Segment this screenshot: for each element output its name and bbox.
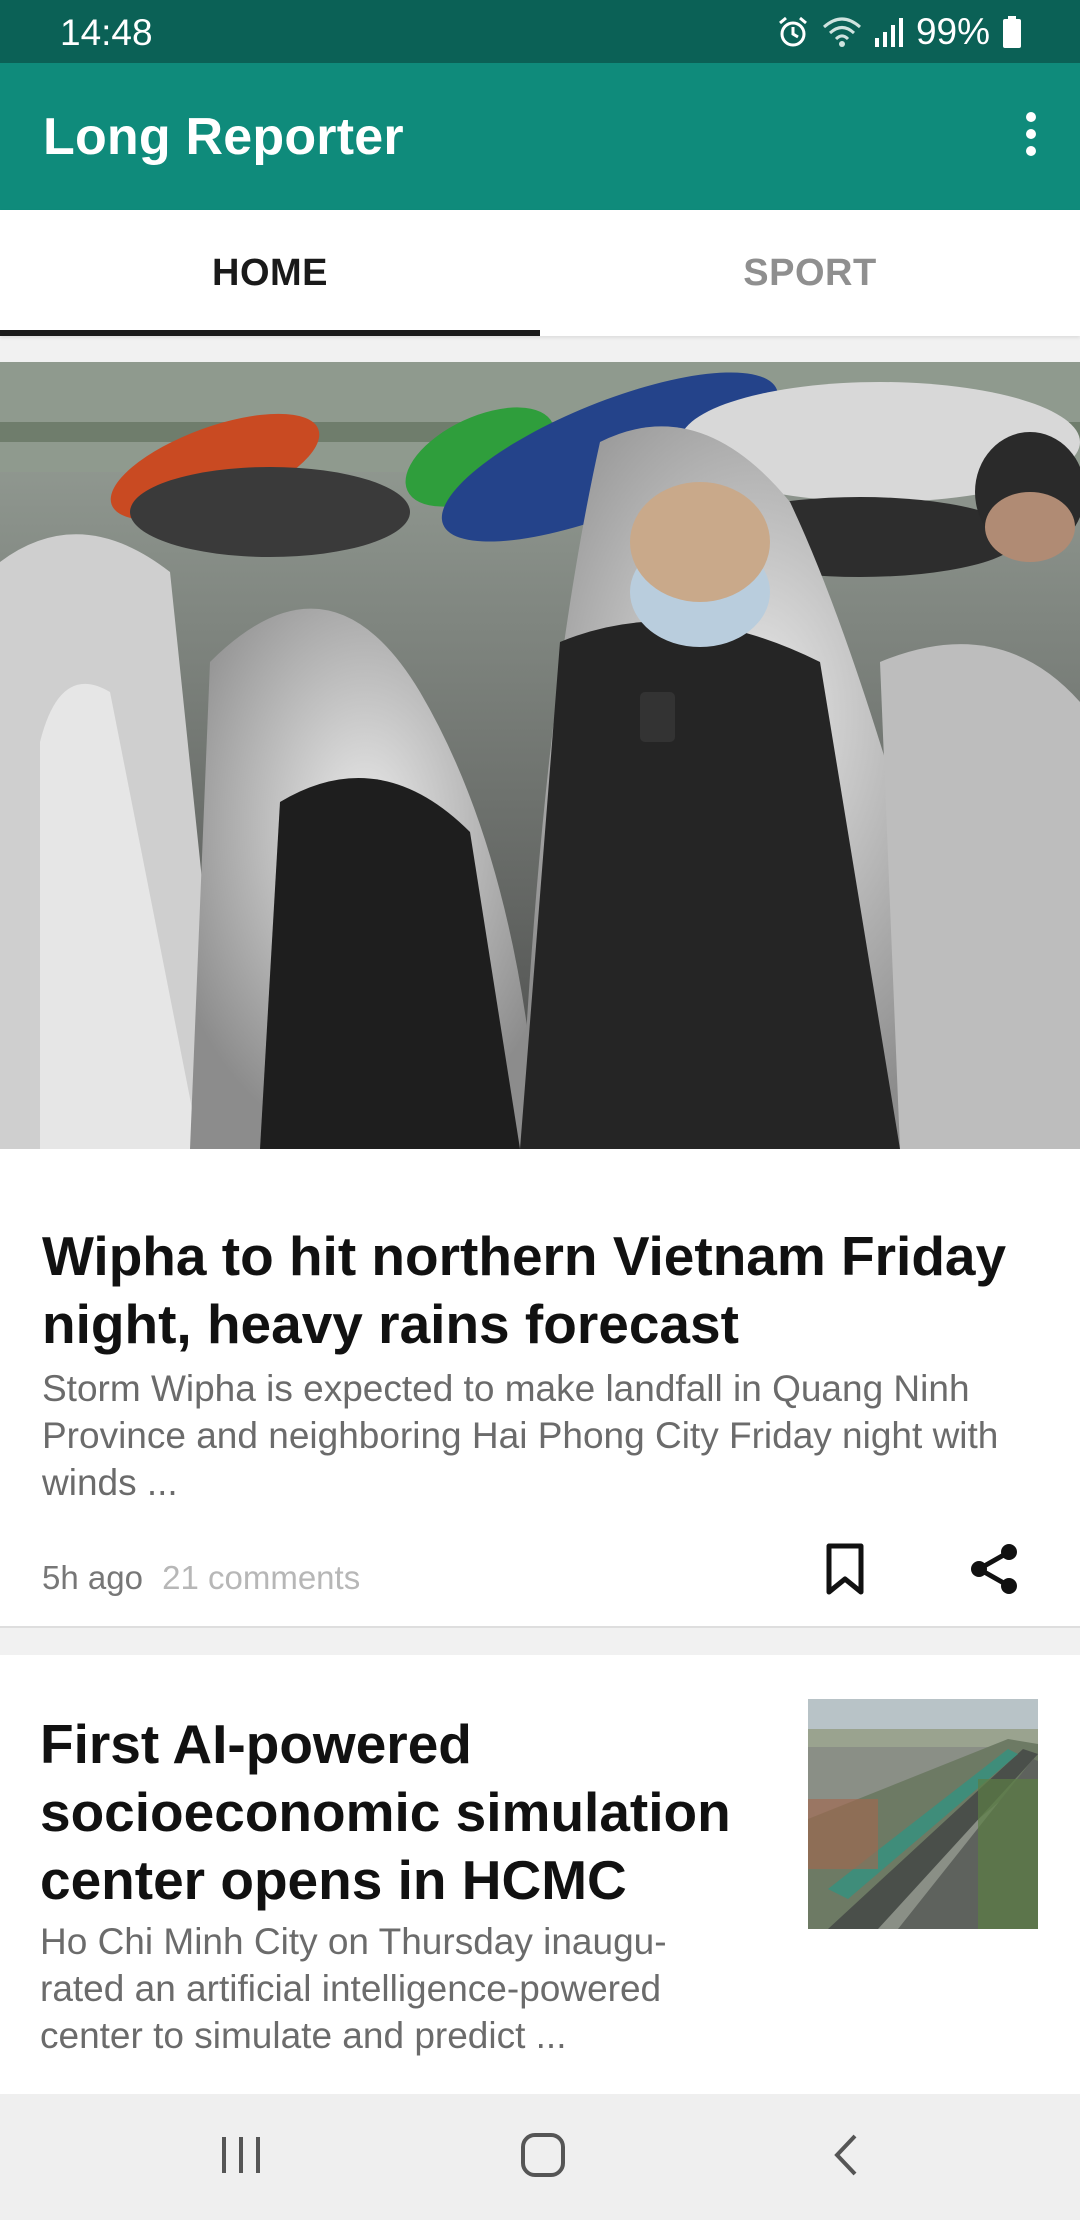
app-title: Long Reporter: [43, 108, 404, 166]
home-button[interactable]: [493, 2122, 593, 2192]
tab-home[interactable]: HOME: [0, 210, 540, 336]
app-bar: Long Reporter: [0, 63, 1080, 210]
article-summary: Storm Wipha is expected to make landfall…: [42, 1368, 999, 1503]
share-icon: [968, 1542, 1020, 1601]
tab-bar: HOME SPORT: [0, 210, 1080, 336]
recents-icon: [219, 2135, 263, 2180]
status-icons: 99%: [776, 10, 1022, 54]
back-icon: [831, 2132, 861, 2183]
home-icon: [520, 2132, 566, 2183]
article-card[interactable]: First AI-powered socioeconomic simulatio…: [0, 1655, 1080, 2095]
article-card-featured[interactable]: Wipha to hit northern Vietnam Friday nig…: [0, 362, 1080, 1628]
back-button[interactable]: [796, 2122, 896, 2192]
article-summary: Ho Chi Minh City on Thursday inaugu-rate…: [40, 1921, 667, 2056]
article-hero-image[interactable]: [0, 362, 1080, 1149]
share-button[interactable]: [963, 1538, 1025, 1604]
status-time: 14:48: [60, 12, 153, 53]
system-nav-bar: [0, 2094, 1080, 2220]
battery-percent: 99%: [915, 11, 990, 52]
more-vert-icon: [1025, 111, 1037, 162]
tab-sport[interactable]: SPORT: [540, 210, 1080, 336]
article-thumbnail[interactable]: [808, 1699, 1038, 1929]
article-age: 5h ago: [42, 1559, 143, 1596]
recents-button[interactable]: [191, 2122, 291, 2192]
signal-icon: [874, 16, 904, 48]
status-bar: 14:48 99%: [0, 0, 1080, 63]
battery-icon: [1002, 15, 1022, 49]
article-title[interactable]: Wipha to hit northern Vietnam Friday nig…: [42, 1222, 1042, 1358]
tab-indicator: [0, 330, 540, 336]
article-comments[interactable]: 21 comments: [162, 1559, 360, 1596]
article-title[interactable]: First AI-powered socioeconomic simulatio…: [40, 1710, 750, 1914]
more-options-button[interactable]: [996, 101, 1066, 171]
article-meta: 5h ago 21 comments: [42, 1559, 360, 1597]
wifi-icon: [822, 15, 862, 49]
alarm-icon: [776, 15, 810, 49]
bookmark-button[interactable]: [815, 1538, 875, 1604]
bookmark-icon: [825, 1543, 865, 1600]
